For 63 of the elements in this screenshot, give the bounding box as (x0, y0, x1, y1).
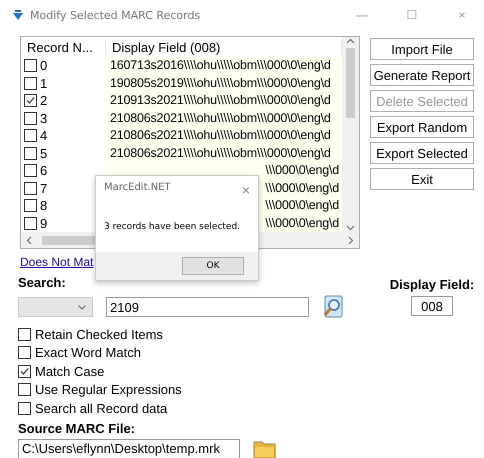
checkbox[interactable] (24, 129, 37, 142)
record-number: 2 (40, 93, 48, 108)
scroll-left-icon[interactable] (25, 236, 34, 244)
checkbox[interactable] (18, 328, 31, 341)
chevron-down-icon (78, 304, 86, 310)
dialog-message: 3 records have been selected. (104, 222, 240, 232)
record-number: 3 (40, 110, 48, 126)
record-number: 8 (40, 198, 48, 214)
column-header[interactable]: Record N... (21, 40, 106, 54)
app-icon (12, 9, 24, 21)
option-label: Use Regular Expressions (35, 382, 182, 398)
option-label: Retain Checked Items (35, 326, 163, 342)
option-label: Search all Record data (35, 400, 168, 416)
checkbox[interactable] (24, 76, 37, 90)
action-button[interactable]: Exit (370, 168, 474, 190)
source-file-field[interactable]: C:\Users\eflynn\Desktop\temp.mrk (18, 438, 240, 458)
checkbox[interactable] (24, 59, 37, 72)
checkbox[interactable] (24, 146, 37, 160)
checkbox[interactable] (18, 402, 31, 415)
record-number: 9 (40, 216, 48, 231)
table-cell: 160713s2016\\\\ohu\\\\\obm\\\000\0\eng\d (106, 57, 342, 74)
action-button[interactable]: Import File (370, 38, 474, 60)
scroll-right-icon[interactable] (346, 236, 355, 244)
search-icon[interactable] (322, 295, 344, 319)
table-cell: 210806s2021\\\\ohu\\\\\obm\\\000\0\eng\d (106, 144, 342, 162)
checkbox[interactable] (24, 199, 37, 212)
checkbox[interactable] (24, 94, 37, 108)
action-button[interactable]: Export Selected (370, 142, 474, 164)
record-number: 7 (40, 180, 48, 196)
record-number: 5 (40, 146, 48, 161)
table-cell: 210806s2021\\\\ohu\\\\\obm\\\000\0\eng\d (106, 127, 342, 144)
table-cell: 190805s2019\\\\ohu\\\\\obm\\\000\0\eng\d (106, 74, 342, 92)
checkbox[interactable] (18, 346, 31, 360)
checkbox[interactable] (24, 182, 37, 195)
display-field-input[interactable]: 008 (411, 296, 453, 316)
action-button[interactable]: Export Random (370, 116, 474, 138)
record-number: 4 (40, 128, 48, 144)
action-button[interactable]: Generate Report (370, 64, 474, 86)
checkbox[interactable] (18, 383, 31, 396)
does-not-match-link[interactable]: Does Not Mat (20, 255, 94, 271)
option-label: Exact Word Match (35, 345, 141, 360)
table-cell: 210806s2021\\\\ohu\\\\\obm\\\000\0\eng\d (106, 110, 342, 127)
search-field[interactable]: 2109 (106, 297, 309, 317)
folder-icon[interactable] (253, 438, 277, 458)
display-field-label: Display Field: (390, 277, 474, 292)
window-title: Modify Selected MARC Records (30, 8, 202, 22)
table-cell: 210913s2021\\\\ohu\\\\\obm\\\000\0\eng\d (106, 92, 342, 110)
scroll-down-icon[interactable] (346, 223, 355, 232)
checkbox[interactable] (24, 216, 37, 230)
checkbox[interactable] (18, 364, 31, 378)
scroll-up-icon[interactable] (346, 37, 355, 46)
ok-button[interactable]: OK (182, 257, 244, 275)
option-label: Match Case (35, 364, 104, 379)
record-number: 1 (40, 76, 48, 91)
search-label: Search: (18, 275, 67, 290)
checkbox[interactable] (24, 112, 37, 125)
scroll-thumb[interactable] (346, 48, 355, 118)
source-file-label: Source MARC File: (18, 420, 136, 436)
close-button[interactable]: × (242, 182, 250, 198)
dialog-title: MarcEdit.NET (104, 182, 171, 195)
checkbox[interactable] (24, 164, 37, 178)
record-number: 6 (40, 163, 48, 178)
record-number: 0 (40, 58, 48, 74)
